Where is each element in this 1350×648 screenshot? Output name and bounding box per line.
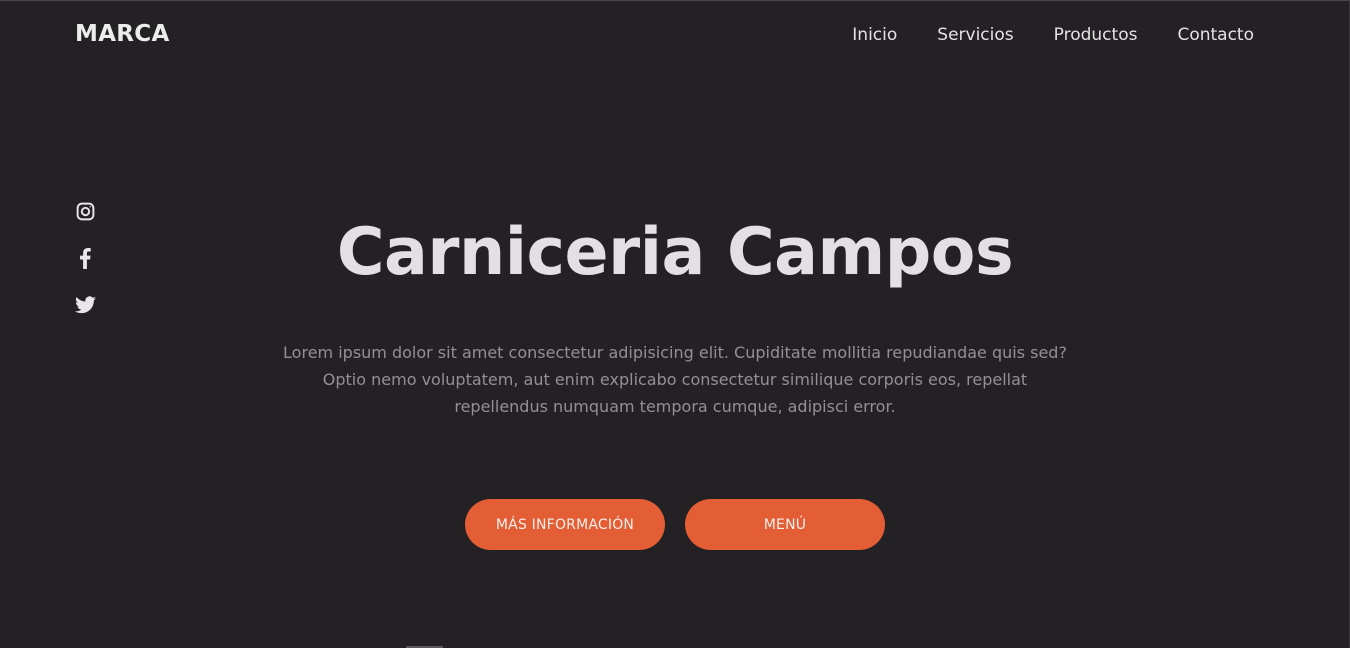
nav-link-contacto[interactable]: Contacto (1177, 24, 1254, 46)
hero-actions: MÁS INFORMACIÓN MENÚ (465, 499, 885, 550)
landing-page: MARCA Inicio Servicios Productos Contact… (0, 0, 1350, 648)
nav-link-productos[interactable]: Productos (1054, 24, 1138, 46)
menu-button[interactable]: MENÚ (685, 499, 885, 550)
nav-link-servicios[interactable]: Servicios (937, 24, 1013, 46)
more-info-button[interactable]: MÁS INFORMACIÓN (465, 499, 665, 550)
main-nav: Inicio Servicios Productos Contacto (852, 24, 1254, 46)
hero-title: Carniceria Campos (336, 215, 1014, 290)
twitter-icon[interactable] (74, 294, 96, 316)
hero-description: Lorem ipsum dolor sit amet consectetur a… (283, 343, 1067, 416)
nav-link-inicio[interactable]: Inicio (852, 24, 897, 46)
brand-logo[interactable]: MARCA (75, 21, 170, 47)
